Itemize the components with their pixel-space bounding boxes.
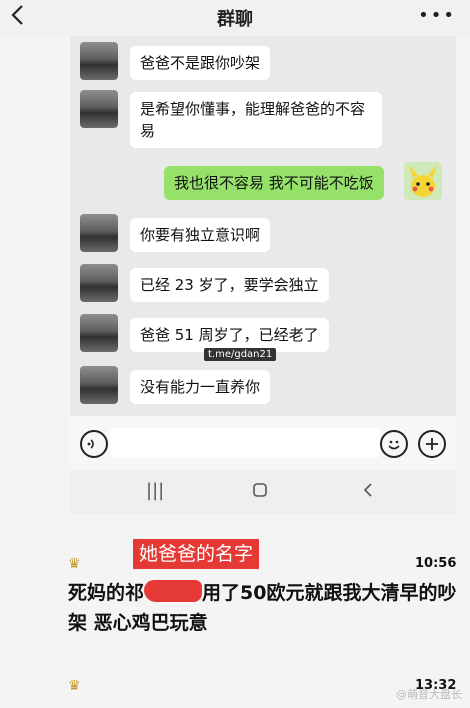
voice-icon[interactable] — [80, 430, 108, 458]
input-bar — [70, 416, 456, 470]
message-bubble: 你要有独立意识啊 — [130, 218, 271, 252]
avatar — [80, 314, 118, 352]
overlay-label: 她爸爸的名字 — [133, 539, 260, 569]
avatar-pikachu — [404, 162, 442, 200]
avatar — [80, 264, 118, 302]
telegram-watermark: t.me/gdan21 — [204, 348, 277, 361]
chat-title: 群聊 — [217, 9, 253, 30]
post-text-start: 死妈的祁 — [68, 582, 145, 604]
footer-watermark: @萌音大盘长 — [396, 688, 462, 701]
crown-icon: ♛ — [68, 678, 81, 694]
avatar — [80, 42, 118, 80]
system-nav-bar: ||| — [70, 470, 456, 514]
plus-icon[interactable] — [418, 430, 446, 458]
more-options-icon[interactable]: ••• — [418, 7, 456, 25]
my-message-bubble: 我也很不容易 我不可能不吃饭 — [164, 166, 384, 200]
message-bubble: 爸爸 51 周岁了，已经老了 — [130, 318, 329, 352]
timestamp: 10:56 — [415, 556, 457, 571]
back-nav-icon[interactable] — [360, 482, 376, 503]
message-bubble: 已经 23 岁了，要学会独立 — [130, 268, 329, 302]
message-bubble: 没有能力一直养你 — [130, 370, 271, 404]
pikachu-icon — [409, 165, 437, 197]
redaction-mark — [144, 580, 203, 602]
post-text: 死妈的祁 用了50欧元就跟我大清早的吵架 恶心鸡巴玩意 — [68, 578, 468, 638]
avatar — [80, 214, 118, 252]
recents-icon[interactable]: ||| — [146, 480, 164, 501]
message-input[interactable] — [110, 428, 380, 458]
crown-icon: ♛ — [68, 556, 81, 572]
avatar — [80, 90, 118, 128]
home-icon[interactable] — [252, 482, 268, 503]
avatar — [80, 366, 118, 404]
chat-header: 群聊 ••• — [0, 0, 470, 36]
emoji-icon[interactable] — [380, 430, 408, 458]
message-bubble: 是希望你懂事，能理解爸爸的不容易 — [130, 92, 382, 148]
inner-chat-screenshot: 爸爸不是跟你吵架 是希望你懂事，能理解爸爸的不容易 我也很不容易 我不可能不吃饭… — [70, 36, 456, 416]
message-bubble: 爸爸不是跟你吵架 — [130, 46, 271, 80]
